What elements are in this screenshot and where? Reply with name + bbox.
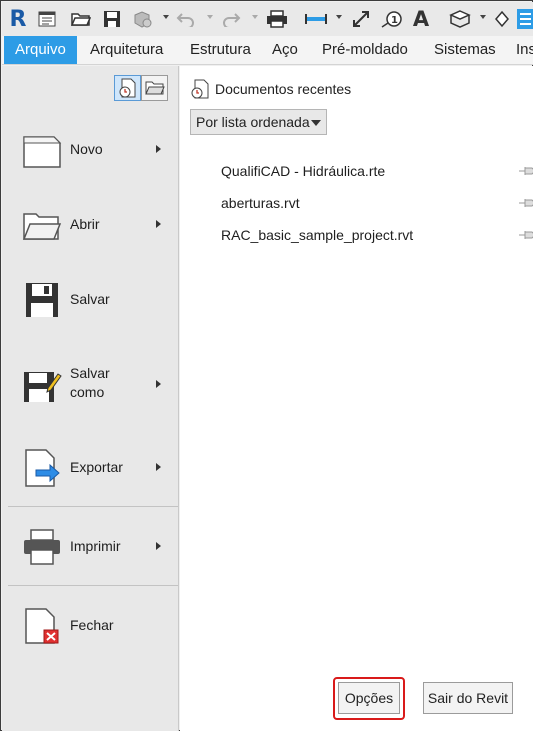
application-menu: Novo Abrir Salvar Salvar como Exportar I… (2, 66, 179, 731)
application-menu-window: R 1 A Arquivo Arquitetura Estrutura Aço … (0, 0, 533, 731)
submenu-arrow-icon (156, 463, 161, 471)
chevron-down-icon (311, 120, 321, 126)
recent-documents-icon (191, 79, 209, 99)
pin-icon[interactable] (518, 197, 533, 209)
redo-dropdown-icon[interactable] (252, 15, 258, 19)
tag-icon[interactable]: 1 (380, 7, 404, 31)
tab-pre-moldado[interactable]: Pré-moldado (322, 36, 408, 64)
menu-item-label: Fechar (70, 617, 114, 633)
sync-icon[interactable] (132, 7, 154, 31)
menu-item-label-line2: como (70, 384, 105, 400)
print-icon[interactable] (265, 7, 289, 31)
svg-text:1: 1 (391, 15, 398, 26)
open-icon[interactable] (70, 7, 92, 31)
menu-item-fechar[interactable]: Fechar (2, 595, 178, 655)
recent-documents-icon (119, 78, 135, 98)
tab-arquivo[interactable]: Arquivo (4, 36, 77, 64)
options-button[interactable]: Opções (338, 682, 400, 714)
dimension-icon[interactable] (349, 7, 373, 31)
section-icon[interactable] (494, 7, 510, 31)
menu-item-label: Salvar (70, 291, 110, 307)
menu-divider (8, 506, 178, 507)
undo-icon[interactable] (175, 7, 197, 31)
quick-access-toolbar: R 1 A (2, 2, 533, 36)
submenu-arrow-icon (156, 220, 161, 228)
recent-documents-toggle[interactable] (114, 75, 141, 101)
open-documents-icon (144, 81, 165, 95)
tab-estrutura[interactable]: Estrutura (190, 36, 251, 64)
tab-insert[interactable]: Ins (516, 36, 533, 64)
menu-item-salvar[interactable]: Salvar (2, 269, 178, 329)
recent-documents-panel: Documentos recentes Por lista ordenada Q… (180, 66, 533, 731)
ribbon-tabs: Arquivo Arquitetura Estrutura Aço Pré-mo… (2, 36, 533, 65)
tab-sistemas[interactable]: Sistemas (434, 36, 496, 64)
menu-item-label-line1: Salvar (70, 365, 110, 381)
menu-divider (8, 585, 178, 586)
recent-file-item[interactable]: QualifiCAD - Hidráulica.rte (221, 161, 533, 181)
menu-item-novo[interactable]: Novo (2, 119, 178, 179)
sort-order-value: Por lista ordenada (196, 114, 310, 130)
sync-dropdown-icon[interactable] (163, 15, 169, 19)
3d-view-dropdown-icon[interactable] (480, 15, 486, 19)
submenu-arrow-icon (156, 380, 161, 388)
close-document-icon (25, 608, 59, 644)
save-as-icon (24, 372, 62, 402)
submenu-arrow-icon (156, 542, 161, 550)
recent-file-name: QualifiCAD - Hidráulica.rte (221, 163, 386, 179)
sort-order-dropdown[interactable]: Por lista ordenada (190, 109, 327, 135)
switch-windows-icon[interactable] (514, 7, 533, 31)
menu-item-abrir[interactable]: Abrir (2, 194, 178, 254)
menu-item-exportar[interactable]: Exportar (2, 437, 178, 497)
recent-file-item[interactable]: aberturas.rvt (221, 193, 533, 213)
export-icon (25, 449, 60, 487)
recent-file-name: RAC_basic_sample_project.rvt (221, 227, 414, 243)
recent-documents-title: Documentos recentes (215, 81, 352, 97)
menu-item-label: Abrir (70, 216, 100, 232)
undo-dropdown-icon[interactable] (207, 15, 213, 19)
menu-item-label: Imprimir (70, 538, 121, 554)
text-icon[interactable]: A (410, 7, 432, 31)
menu-item-salvar-como[interactable]: Salvar como (2, 354, 178, 414)
pin-icon[interactable] (518, 229, 533, 241)
open-folder-icon (22, 213, 62, 240)
menu-item-label: Novo (70, 141, 103, 157)
revit-logo-icon[interactable]: R (8, 7, 28, 32)
3d-view-icon[interactable] (448, 7, 472, 31)
menu-item-label: Exportar (70, 459, 123, 475)
save-icon[interactable] (101, 7, 123, 31)
pin-icon[interactable] (518, 165, 533, 177)
new-document-icon (23, 136, 62, 168)
print-icon (24, 529, 60, 565)
tab-arquitetura[interactable]: Arquitetura (90, 36, 163, 64)
open-documents-toggle[interactable] (141, 75, 168, 101)
properties-icon[interactable] (36, 7, 58, 31)
menu-item-imprimir[interactable]: Imprimir (2, 516, 178, 576)
recent-documents-header: Documentos recentes (191, 79, 351, 99)
measure-icon[interactable] (303, 7, 329, 31)
save-icon (26, 283, 58, 317)
exit-revit-button[interactable]: Sair do Revit (423, 682, 513, 714)
recent-file-item[interactable]: RAC_basic_sample_project.rvt (221, 225, 533, 245)
redo-icon[interactable] (220, 7, 242, 31)
recent-file-name: aberturas.rvt (221, 195, 300, 211)
tab-aco[interactable]: Aço (272, 36, 298, 64)
measure-dropdown-icon[interactable] (336, 15, 342, 19)
submenu-arrow-icon (156, 145, 161, 153)
